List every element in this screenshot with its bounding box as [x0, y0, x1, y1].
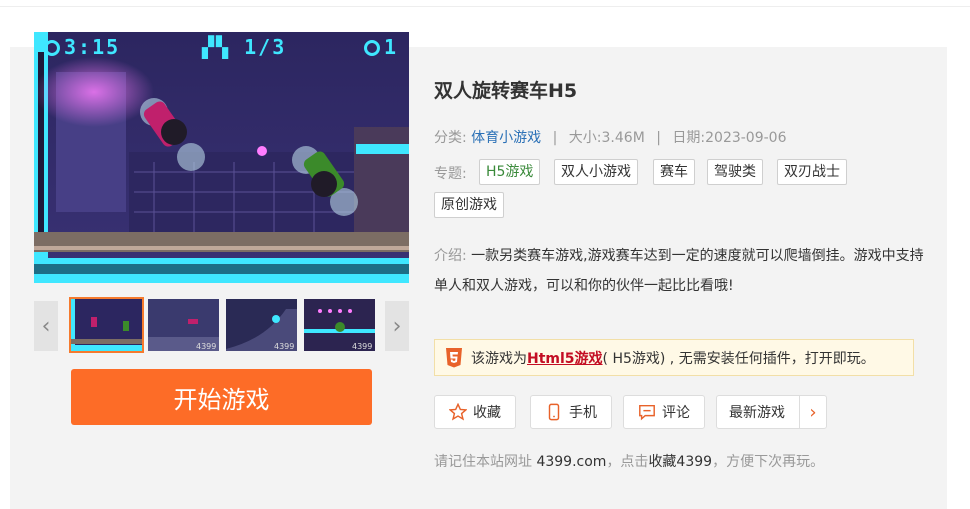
- chevron-right-icon: ›: [799, 396, 826, 428]
- topic-tag-racing[interactable]: 赛车: [653, 159, 695, 185]
- topic-tag-twin-blade[interactable]: 双刃战士: [777, 159, 847, 185]
- thumbnail-image: 4399: [148, 299, 219, 351]
- thumbnail-watermark: 4399: [196, 342, 216, 351]
- topic-tag-h5[interactable]: H5游戏: [479, 159, 541, 185]
- thumbnail-prev-button[interactable]: ‹: [34, 301, 58, 351]
- game-scene-image: [34, 32, 409, 283]
- mobile-button[interactable]: 手机: [530, 395, 612, 429]
- game-intro: 介绍: 一款另类赛车游戏,游戏赛车达到一定的速度就可以爬墙倒挂。游戏中支持单人和…: [434, 241, 924, 301]
- latest-games-button[interactable]: 最新游戏 ›: [716, 395, 827, 429]
- topic-tag-driving[interactable]: 驾驶类: [707, 159, 763, 185]
- comment-icon: [639, 404, 655, 421]
- tip-favorite: 收藏4399: [648, 454, 713, 470]
- hud-timer: 3:15: [44, 35, 120, 59]
- h5-notice: 该游戏为 Html5游戏( H5游戏) , 无需安装任何插件，打开即玩。: [434, 339, 914, 376]
- mobile-label: 手机: [569, 405, 597, 421]
- favorite-button[interactable]: 收藏: [434, 395, 516, 429]
- start-game-button[interactable]: 开始游戏: [71, 369, 372, 425]
- top-divider: [0, 6, 970, 7]
- tip-site: 4399.com: [536, 454, 607, 470]
- date-label: 日期:: [672, 130, 706, 146]
- tip-middle: ，点击: [606, 454, 649, 470]
- date-value: 2023-09-06: [705, 130, 787, 146]
- thumbnail-image: [71, 299, 142, 351]
- html5-icon: [446, 347, 462, 367]
- comment-button[interactable]: 评论: [623, 395, 705, 429]
- thumbnail-3[interactable]: 4399: [226, 299, 297, 351]
- topic-tag-original[interactable]: 原创游戏: [434, 192, 504, 218]
- bookmark-tip: 请记住本站网址 4399.com，点击收藏4399，方便下次再玩。: [434, 451, 824, 471]
- size-value: 3.46M: [601, 130, 645, 146]
- intro-text: 一款另类赛车游戏,游戏赛车达到一定的速度就可以爬墙倒挂。游戏中支持单人和双人游戏…: [434, 248, 924, 294]
- game-screenshot[interactable]: 3:15 ▞▚ 1/3 1: [34, 32, 409, 283]
- thumbnail-watermark: 4399: [274, 342, 294, 351]
- thumbnail-next-button[interactable]: ›: [385, 301, 409, 351]
- phone-icon: [548, 403, 560, 421]
- hud-position: 1: [364, 35, 396, 59]
- thumbnail-watermark: 4399: [352, 342, 372, 351]
- thumbnail-image: 4399: [304, 299, 375, 351]
- star-icon: [449, 403, 467, 421]
- hud-lap-counter: ▞▚ 1/3: [202, 35, 287, 59]
- category-link[interactable]: 体育小游戏: [471, 130, 541, 146]
- clock-icon: [44, 40, 60, 56]
- intro-label: 介绍:: [434, 248, 467, 264]
- game-title: 双人旋转赛车H5: [434, 80, 578, 102]
- latest-games-label: 最新游戏: [729, 405, 785, 421]
- thumbnail-image: 4399: [226, 299, 297, 351]
- h5-notice-prefix: 该游戏为: [471, 350, 527, 367]
- chevron-right-icon: ›: [392, 313, 402, 339]
- tip-suffix: ，方便下次再玩。: [712, 454, 825, 470]
- category-label: 分类:: [434, 130, 467, 146]
- h5-notice-link[interactable]: Html5游戏: [527, 348, 603, 368]
- size-label: 大小:: [568, 130, 602, 146]
- thumbnail-4[interactable]: 4399: [304, 299, 375, 351]
- comment-label: 评论: [662, 405, 690, 421]
- tip-prefix: 请记住本站网址: [434, 454, 537, 470]
- topics-label: 专题:: [434, 166, 467, 182]
- position-icon: [364, 40, 380, 56]
- game-meta: 分类: 体育小游戏 | 大小:3.46M | 日期:2023-09-06: [434, 127, 787, 147]
- thumbnail-2[interactable]: 4399: [148, 299, 219, 351]
- game-hud: 3:15 ▞▚ 1/3 1: [34, 32, 409, 60]
- favorite-label: 收藏: [473, 405, 501, 421]
- h5-notice-suffix: ( H5游戏) , 无需安装任何插件，打开即玩。: [602, 350, 875, 367]
- topic-tag-two-player[interactable]: 双人小游戏: [554, 159, 638, 185]
- meta-separator: |: [552, 130, 558, 146]
- meta-separator: |: [656, 130, 661, 146]
- thumbnail-1[interactable]: [69, 297, 144, 353]
- chevron-left-icon: ‹: [41, 313, 51, 339]
